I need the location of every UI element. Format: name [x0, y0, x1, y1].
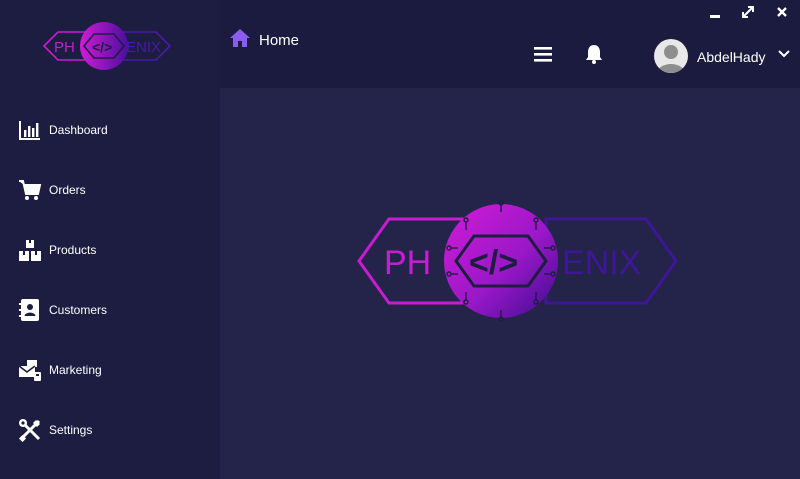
sidebar-item-marketing[interactable]: Marketing [0, 345, 220, 395]
bell-icon[interactable] [583, 43, 605, 65]
sidebar-item-dashboard[interactable]: Dashboard [0, 105, 220, 155]
avatar[interactable] [654, 39, 688, 73]
minimize-icon[interactable] [706, 4, 724, 20]
close-icon[interactable] [773, 4, 791, 20]
sidebar-item-customers[interactable]: Customers [0, 285, 220, 335]
brand-logo-large: PH </> ENIX [357, 200, 678, 322]
megaphone-icon [18, 360, 41, 381]
sidebar-item-label: Marketing [49, 363, 102, 377]
svg-text:ENIX: ENIX [562, 244, 641, 282]
svg-text:</>: </> [92, 39, 112, 55]
sidebar-item-orders[interactable]: Orders [0, 165, 220, 215]
user-silhouette-icon [657, 45, 685, 73]
sidebar: PH </> ENIX Dashboard Orders Products Cu… [0, 0, 220, 479]
sidebar-item-label: Customers [49, 303, 108, 317]
svg-text:PH: PH [54, 39, 75, 56]
sidebar-item-label: Settings [49, 423, 93, 437]
cart-icon [19, 180, 42, 200]
top-bar: Home AbdelHady [220, 0, 800, 88]
sidebar-item-label: Orders [49, 183, 86, 197]
svg-text:</>: </> [469, 244, 518, 282]
sidebar-item-label: Dashboard [49, 123, 108, 137]
breadcrumb-home[interactable]: Home [259, 32, 299, 49]
brand-logo-small[interactable]: PH </> ENIX [40, 20, 172, 72]
contact-book-icon [19, 299, 39, 321]
sidebar-item-label: Products [49, 243, 97, 257]
sidebar-item-settings[interactable]: Settings [0, 405, 220, 455]
sidebar-item-products[interactable]: Products [0, 225, 220, 275]
maximize-icon[interactable] [739, 4, 757, 20]
chevron-down-icon[interactable] [777, 49, 791, 59]
tools-icon [18, 419, 41, 442]
boxes-icon [19, 240, 41, 261]
hamburger-menu-icon[interactable] [533, 45, 553, 63]
user-name[interactable]: AbdelHady [697, 49, 766, 65]
home-icon[interactable] [229, 28, 251, 48]
bar-chart-icon [19, 121, 40, 140]
svg-text:PH: PH [384, 244, 431, 282]
svg-text:ENIX: ENIX [126, 39, 161, 56]
